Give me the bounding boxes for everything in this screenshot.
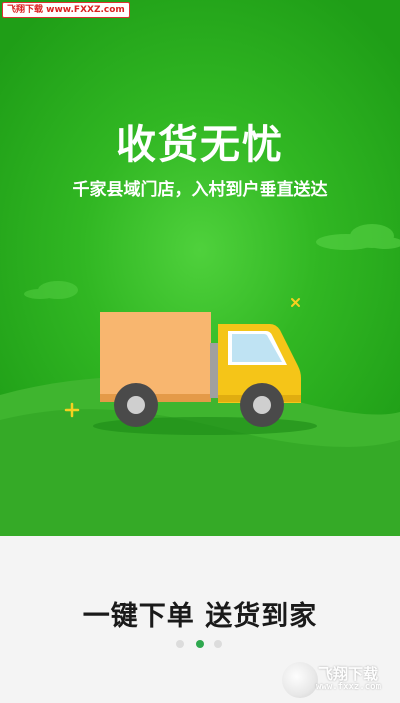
watermark-name: 飞翔下载 <box>318 665 379 683</box>
sparkle-x-icon <box>291 298 300 307</box>
hero-headline: 收货无忧 <box>116 122 284 168</box>
watermark-logo-icon <box>282 662 318 698</box>
page-dot-1[interactable] <box>176 640 184 648</box>
page-indicator <box>176 640 226 650</box>
cloud-left <box>24 281 78 299</box>
delivery-scene <box>0 224 400 536</box>
footer-slogan: 一键下单 送货到家 <box>82 601 318 632</box>
hero-subline: 千家县域门店，入村到户垂直送达 <box>72 180 328 200</box>
cloud-right <box>316 224 400 250</box>
watermark-badge: 飞翔下载 www.FXXZ.com <box>2 2 130 18</box>
splash-hero: 飞翔下载 www.FXXZ.com 收货无忧 千家县域门店，入村到户垂直送达 <box>0 0 400 536</box>
page-dot-3[interactable] <box>214 640 222 648</box>
watermark-url: www.fxxz.com <box>316 682 382 692</box>
page-dot-2[interactable] <box>196 640 204 648</box>
